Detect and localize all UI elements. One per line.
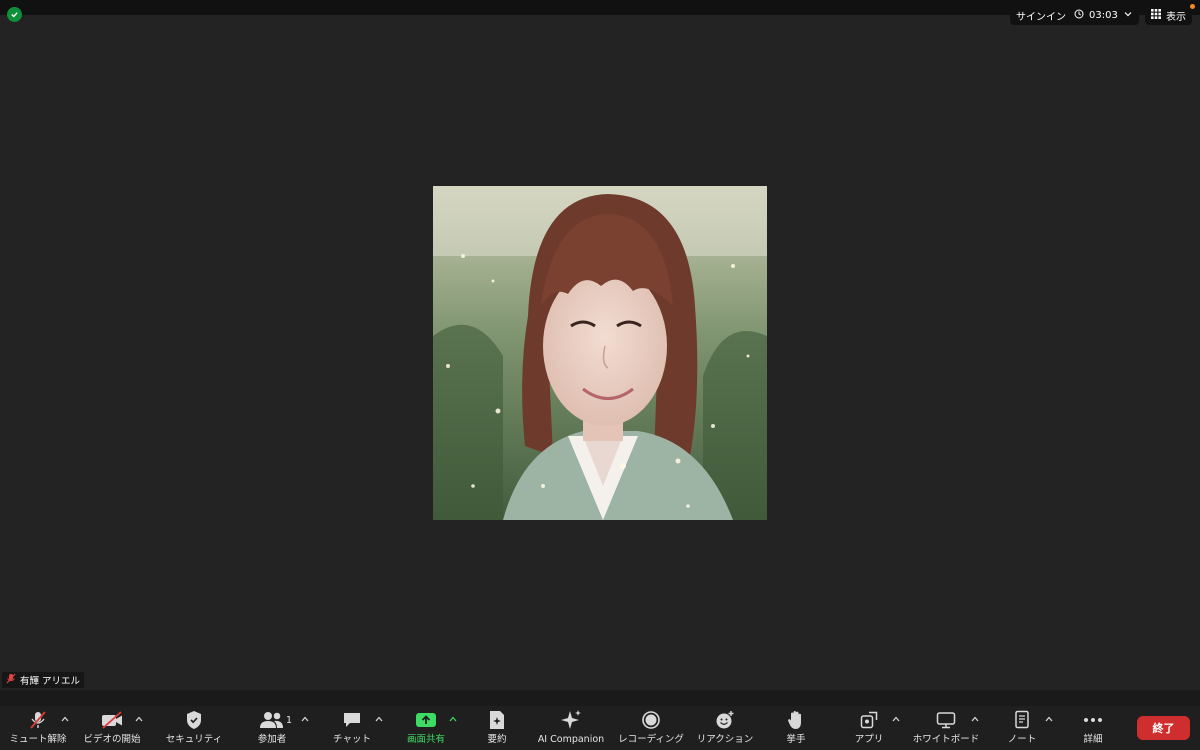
profile-photo bbox=[433, 186, 767, 520]
toolbar-label: ビデオの開始 bbox=[83, 734, 141, 745]
toolbar-label: チャット bbox=[333, 734, 371, 745]
share-screen-icon bbox=[415, 706, 437, 734]
toolbar-label: 挙手 bbox=[786, 734, 806, 745]
muted-mic-icon bbox=[6, 673, 16, 687]
security-shield-icon[interactable] bbox=[7, 7, 22, 22]
record-icon bbox=[641, 706, 661, 734]
view-button[interactable]: 表示 bbox=[1145, 5, 1192, 25]
toolbar-label: AI Companion bbox=[537, 734, 605, 745]
clock-icon bbox=[1074, 9, 1084, 22]
toolbar-label: 画面共有 bbox=[406, 734, 445, 745]
apps-icon bbox=[860, 706, 878, 734]
toolbar-label: レコーディング bbox=[618, 734, 684, 745]
raise-hand-icon bbox=[787, 706, 805, 734]
notes-icon bbox=[1014, 706, 1030, 734]
toolbar-label: 参加者 bbox=[257, 734, 287, 745]
chevron-down-icon bbox=[1123, 10, 1133, 21]
end-meeting-button[interactable]: 終了 bbox=[1137, 716, 1190, 740]
whiteboard-icon bbox=[936, 706, 956, 734]
sign-in-button[interactable]: サインイン bbox=[1010, 5, 1072, 25]
participants-icon bbox=[260, 706, 284, 734]
participant-name-tag: 有輝 アリエル bbox=[2, 672, 85, 688]
toolbar-label: 詳細 bbox=[1083, 734, 1103, 745]
participant-name: 有輝 アリエル bbox=[20, 676, 81, 687]
video-off-icon bbox=[101, 706, 123, 734]
participant-video-tile[interactable] bbox=[433, 186, 767, 520]
ai-companion-button[interactable]: AI Companion bbox=[526, 706, 616, 750]
muted-mic-icon bbox=[28, 706, 48, 734]
sign-in-label: サインイン bbox=[1016, 11, 1066, 23]
toolbar-label: ミュート解除 bbox=[9, 734, 67, 745]
grid-view-icon bbox=[1151, 8, 1161, 22]
toolbar-label: セキュリティ bbox=[165, 734, 223, 745]
timer-value: 03:03 bbox=[1089, 9, 1118, 21]
participant-count: 1 bbox=[286, 715, 293, 726]
reaction-icon bbox=[715, 706, 735, 734]
video-options-caret[interactable] bbox=[134, 714, 144, 724]
toolbar-label: リアクション bbox=[696, 734, 754, 745]
participants-button[interactable]: 参加者 bbox=[227, 706, 317, 750]
toolbar-label: ホワイトボード bbox=[912, 734, 980, 745]
more-button[interactable]: 詳細 bbox=[1048, 706, 1138, 750]
shield-icon bbox=[185, 706, 203, 734]
toolbar-label: ノート bbox=[1007, 734, 1037, 745]
security-button[interactable]: セキュリティ bbox=[149, 706, 239, 750]
toolbar-label: 要約 bbox=[487, 734, 507, 745]
summary-icon bbox=[488, 706, 506, 734]
meeting-toolbar: ミュート解除 ビデオの開始 セキュリティ 参加者 1 チャット 画面共有 要約 … bbox=[0, 706, 1200, 750]
apps-options-caret[interactable] bbox=[891, 714, 901, 724]
toolbar-separator bbox=[0, 690, 1200, 706]
toolbar-label: アプリ bbox=[854, 734, 884, 745]
view-label: 表示 bbox=[1166, 11, 1186, 23]
sparkle-icon bbox=[560, 706, 582, 734]
meeting-timer[interactable]: 03:03 bbox=[1068, 5, 1139, 25]
start-video-button[interactable]: ビデオの開始 bbox=[67, 706, 157, 750]
notification-dot bbox=[1190, 4, 1195, 9]
chat-icon bbox=[342, 706, 362, 734]
more-icon bbox=[1083, 706, 1103, 734]
